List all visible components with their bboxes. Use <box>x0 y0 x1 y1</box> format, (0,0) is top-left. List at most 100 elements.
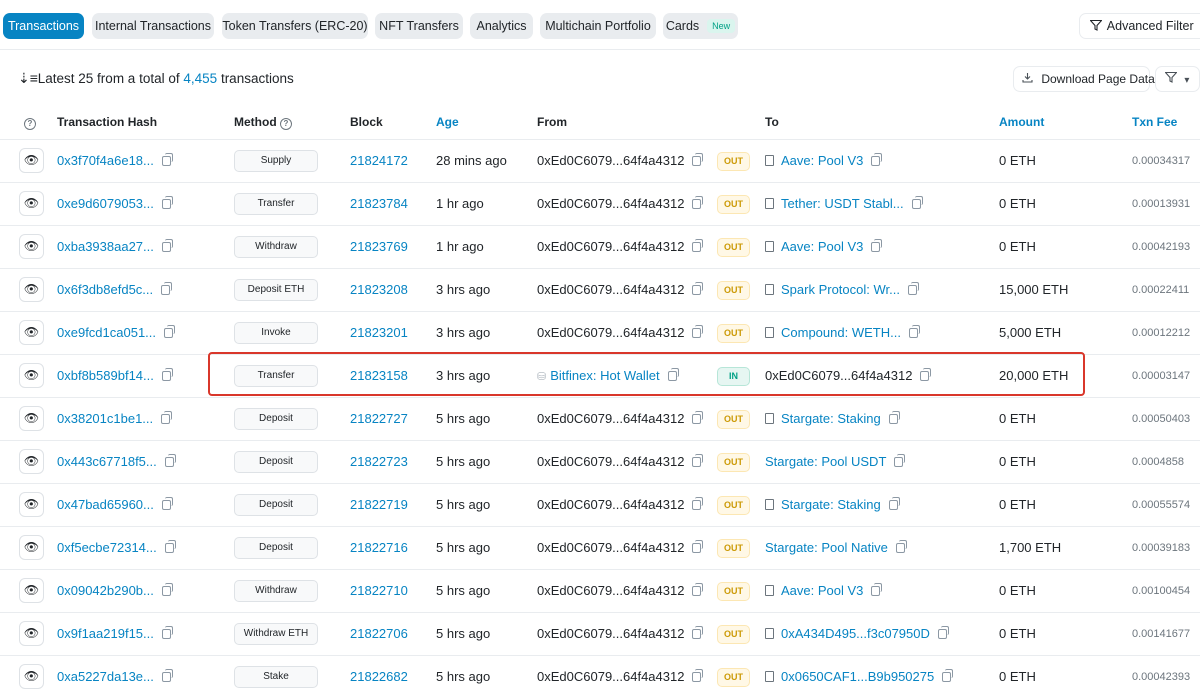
txn-hash-link[interactable]: 0xe9d6079053... <box>57 196 154 211</box>
txn-hash-link[interactable]: 0x443c67718f5... <box>57 454 157 469</box>
copy-icon[interactable] <box>692 583 704 596</box>
view-details-eye-icon[interactable]: 👁 <box>19 320 44 345</box>
copy-icon[interactable] <box>161 626 173 639</box>
tab-analytics[interactable]: Analytics <box>470 13 533 39</box>
block-link[interactable]: 21823208 <box>350 269 430 311</box>
copy-icon[interactable] <box>894 454 906 467</box>
tab-internal-transactions[interactable]: Internal Transactions <box>92 13 214 39</box>
to-address[interactable]: Stargate: Pool USDT <box>765 454 886 469</box>
copy-icon[interactable] <box>692 411 704 424</box>
col-amount[interactable]: Amount <box>999 104 1044 140</box>
txn-hash-link[interactable]: 0xe9fcd1ca051... <box>57 325 156 340</box>
to-address[interactable]: Stargate: Staking <box>781 411 881 426</box>
copy-icon[interactable] <box>161 239 173 252</box>
txn-hash-link[interactable]: 0x38201c1be1... <box>57 411 153 426</box>
block-link[interactable]: 21824172 <box>350 140 430 182</box>
copy-icon[interactable] <box>164 325 176 338</box>
tab-token-transfers[interactable]: Token Transfers (ERC-20) <box>222 13 368 39</box>
download-page-data-button[interactable]: Download Page Data <box>1013 66 1155 92</box>
block-link[interactable]: 21823784 <box>350 183 430 225</box>
txn-hash-link[interactable]: 0xbf8b589bf14... <box>57 368 154 383</box>
txn-hash-link[interactable]: 0x9f1aa219f15... <box>57 626 154 641</box>
txn-hash-link[interactable]: 0x3f70f4a6e18... <box>57 153 154 168</box>
copy-icon[interactable] <box>161 153 173 166</box>
to-address[interactable]: 0x0650CAF1...B9b950275 <box>781 669 934 684</box>
txn-hash-link[interactable]: 0x09042b290b... <box>57 583 154 598</box>
block-link[interactable]: 21822723 <box>350 441 430 483</box>
to-address[interactable]: Stargate: Pool Native <box>765 540 888 555</box>
block-link[interactable]: 21822719 <box>350 484 430 526</box>
to-address[interactable]: Compound: WETH... <box>781 325 901 340</box>
method-help-icon[interactable]: ? <box>280 118 292 130</box>
copy-icon[interactable] <box>692 196 704 209</box>
copy-icon[interactable] <box>692 626 704 639</box>
to-address[interactable]: Spark Protocol: Wr... <box>781 282 900 297</box>
view-details-eye-icon[interactable]: 👁 <box>19 535 44 560</box>
block-link[interactable]: 21822682 <box>350 656 430 695</box>
copy-icon[interactable] <box>161 497 173 510</box>
copy-icon[interactable] <box>692 239 704 252</box>
block-link[interactable]: 21822727 <box>350 398 430 440</box>
copy-icon[interactable] <box>164 454 176 467</box>
to-address[interactable]: 0xA434D495...f3c07950D <box>781 626 930 641</box>
to-address[interactable]: Tether: USDT Stabl... <box>781 196 904 211</box>
to-address[interactable]: Aave: Pool V3 <box>781 153 863 168</box>
view-details-eye-icon[interactable]: 👁 <box>19 578 44 603</box>
copy-icon[interactable] <box>692 669 704 682</box>
view-details-eye-icon[interactable]: 👁 <box>19 234 44 259</box>
copy-icon[interactable] <box>692 454 704 467</box>
copy-icon[interactable] <box>888 411 900 424</box>
to-address[interactable]: Aave: Pool V3 <box>781 239 863 254</box>
copy-icon[interactable] <box>871 583 883 596</box>
to-address[interactable]: Stargate: Staking <box>781 497 881 512</box>
from-address[interactable]: Bitfinex: Hot Wallet <box>550 368 659 383</box>
block-link[interactable]: 21823201 <box>350 312 430 354</box>
copy-icon[interactable] <box>692 540 704 553</box>
col-txn-fee[interactable]: Txn Fee <box>1132 104 1177 140</box>
txn-hash-link[interactable]: 0xf5ecbe72314... <box>57 540 157 555</box>
copy-icon[interactable] <box>164 540 176 553</box>
copy-icon[interactable] <box>161 583 173 596</box>
view-details-eye-icon[interactable]: 👁 <box>19 363 44 388</box>
copy-icon[interactable] <box>911 196 923 209</box>
tab-nft-transfers[interactable]: NFT Transfers <box>375 13 463 39</box>
help-icon[interactable]: ? <box>24 104 36 140</box>
copy-icon[interactable] <box>908 325 920 338</box>
copy-icon[interactable] <box>942 669 954 682</box>
txn-hash-link[interactable]: 0xa5227da13e... <box>57 669 154 684</box>
copy-icon[interactable] <box>920 368 932 381</box>
copy-icon[interactable] <box>667 368 679 381</box>
copy-icon[interactable] <box>161 282 173 295</box>
copy-icon[interactable] <box>161 196 173 209</box>
view-details-eye-icon[interactable]: 👁 <box>19 621 44 646</box>
copy-icon[interactable] <box>895 540 907 553</box>
copy-icon[interactable] <box>692 153 704 166</box>
block-link[interactable]: 21822706 <box>350 613 430 655</box>
view-details-eye-icon[interactable]: 👁 <box>19 492 44 517</box>
copy-icon[interactable] <box>907 282 919 295</box>
copy-icon[interactable] <box>937 626 949 639</box>
tab-transactions[interactable]: Transactions <box>3 13 84 39</box>
to-address[interactable]: Aave: Pool V3 <box>781 583 863 598</box>
view-details-eye-icon[interactable]: 👁 <box>19 406 44 431</box>
txn-hash-link[interactable]: 0x47bad65960... <box>57 497 154 512</box>
block-link[interactable]: 21823158 <box>350 355 430 397</box>
tab-multichain-portfolio[interactable]: Multichain Portfolio <box>540 13 656 39</box>
copy-icon[interactable] <box>692 497 704 510</box>
block-link[interactable]: 21822716 <box>350 527 430 569</box>
copy-icon[interactable] <box>161 411 173 424</box>
tab-cards[interactable]: Cards New <box>663 13 738 39</box>
view-details-eye-icon[interactable]: 👁 <box>19 664 44 689</box>
copy-icon[interactable] <box>871 239 883 252</box>
advanced-filter-button[interactable]: Advanced Filter <box>1079 13 1200 39</box>
block-link[interactable]: 21823769 <box>350 226 430 268</box>
copy-icon[interactable] <box>161 368 173 381</box>
view-details-eye-icon[interactable]: 👁 <box>19 449 44 474</box>
copy-icon[interactable] <box>161 669 173 682</box>
copy-icon[interactable] <box>692 282 704 295</box>
total-count-link[interactable]: 4,455 <box>183 71 217 86</box>
txn-hash-link[interactable]: 0x6f3db8efd5c... <box>57 282 153 297</box>
view-details-eye-icon[interactable]: 👁 <box>19 277 44 302</box>
copy-icon[interactable] <box>692 325 704 338</box>
column-filter-button[interactable]: ▾ <box>1155 66 1200 92</box>
